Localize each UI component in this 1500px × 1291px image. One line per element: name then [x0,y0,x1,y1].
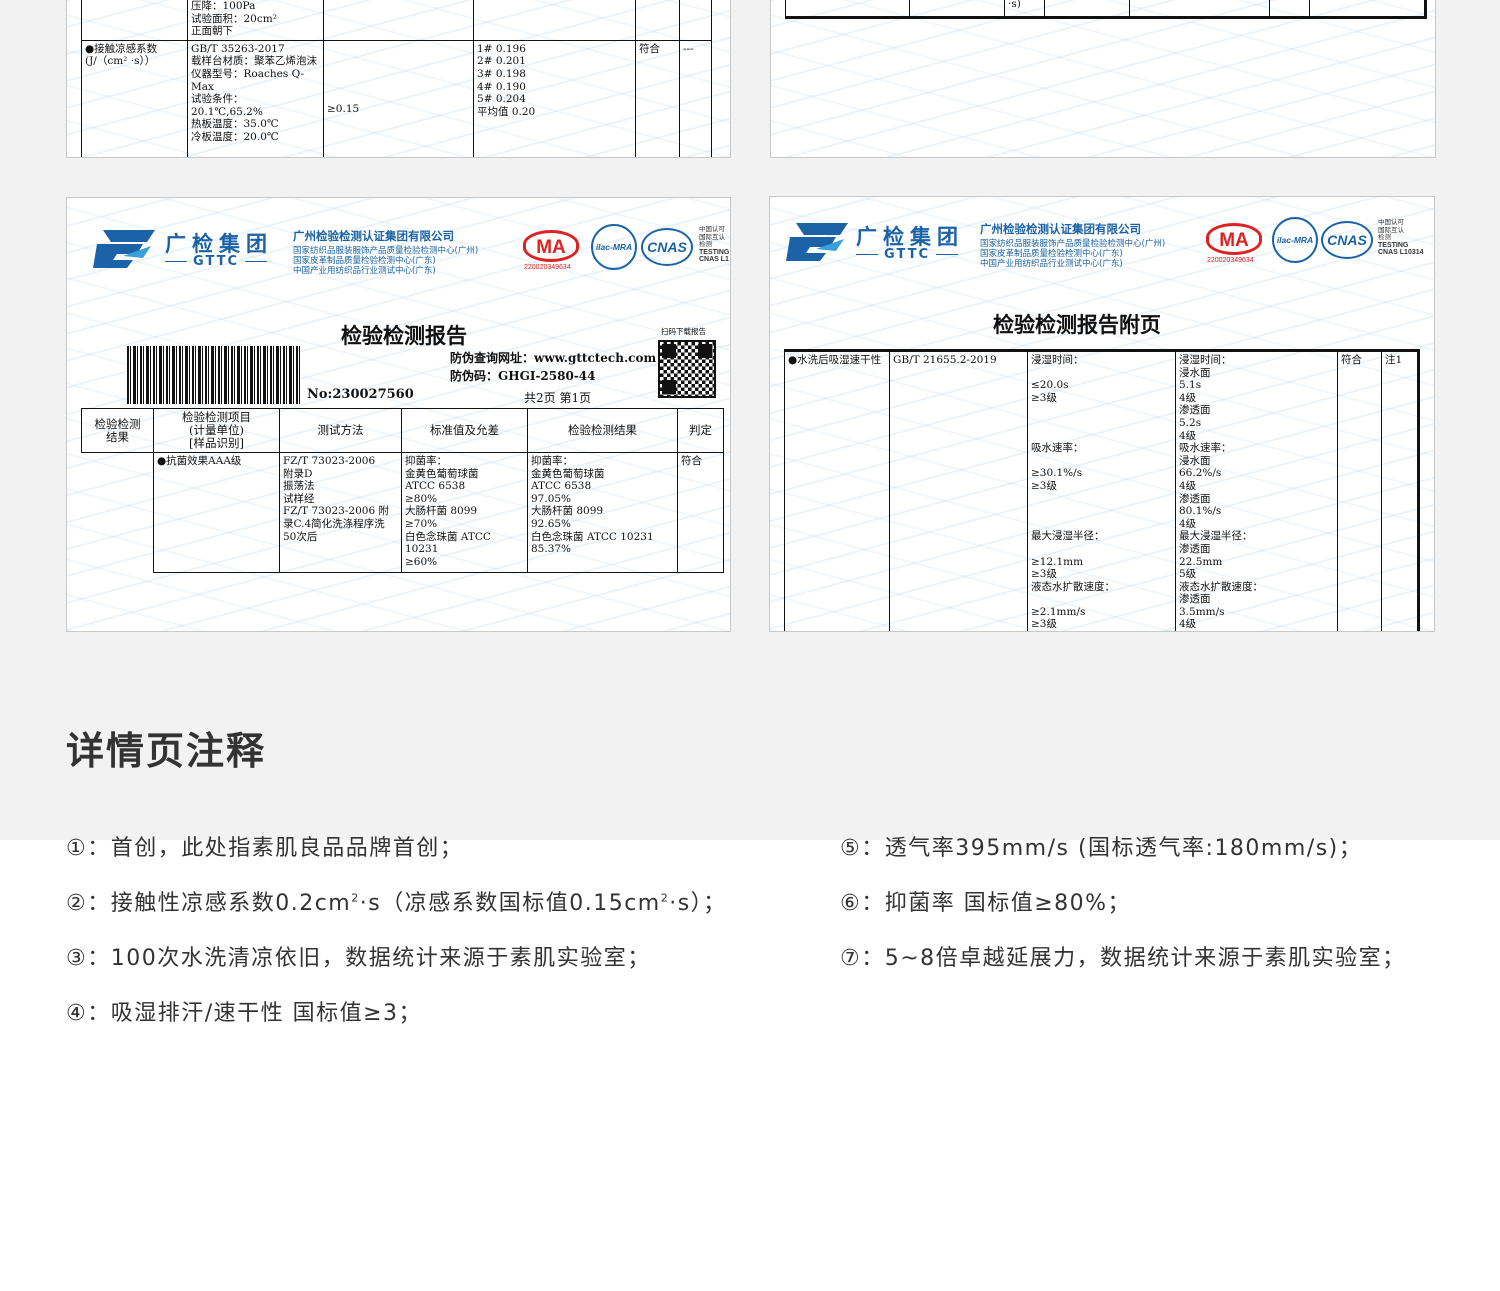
report-image-4: 广检集团 GTTC 广州检验检测认证集团有限公司 国家纺织品服装服饰产品质量检验… [769,196,1435,632]
standard-cell: ≥0.15 [323,39,474,157]
note-6: ⑥：抑菌率 国标值≥80%； [840,891,1132,916]
item-cell: ●抗菌效果AAA级 [153,452,280,573]
remark-cell: 注1 [1381,349,1420,631]
judge-cell: 符合 [677,452,724,573]
cnas-side-text: 中国认可 国际互认 检测 TESTING CNAS L10314 [1378,219,1424,256]
cma-mark-icon: MA [1206,223,1262,255]
result-cell: 抑菌率： 金黄色葡萄球菌 ATCC 6538 97.05% 大肠杆菌 8099 … [527,452,678,573]
report-table-3: 检验检测 结果 检验检测项目 (计量单位) [样品识别] 测试方法 标准值及允差… [81,408,724,573]
note-7: ⑦：5~8倍卓越延展力，数据统计来源于素肌实验室； [840,946,1406,971]
ilac-mra-icon: ilac-MRA [1272,217,1318,263]
remark-cell: --- [679,39,712,157]
fragment-cell: ·s) [1004,0,1045,18]
report-image-2: ·s) [770,0,1436,158]
report-image-1: 压降：100Pa 试验面积：20cm² 正面朝下 ●接触凉感系数 (J/（cm²… [66,0,731,158]
barcode-icon [127,346,301,404]
judge-cell: 符合 [635,39,680,157]
method-cell: GB/T 21655.2-2019 [889,349,1028,631]
note-2: ②：接触性凉感系数0.2cm2·s（凉感系数国标值0.15cm2·s）； [66,891,727,916]
item-cell: ●接触凉感系数 (J/（cm² ·s）） [81,39,188,157]
col-header: 检验检测 结果 [81,408,154,453]
cnas-side-text: 中国认可 国际互认 检测 TESTING CNAS L1 [699,226,730,263]
cma-number: 220020349634 [524,264,571,271]
qr-code-icon [658,340,716,398]
col-header: 标准值及允差 [401,408,528,453]
fragment-cell: 压降：100Pa 试验面积：20cm² 正面朝下 [187,0,324,41]
brand-name-en: GTTC [159,254,273,269]
report-table-1: 压降：100Pa 试验面积：20cm² 正面朝下 ●接触凉感系数 (J/（cm²… [81,0,712,157]
note-4: ④：吸湿排汗/速干性 国标值≥3； [66,1001,423,1026]
standard-cell: 抑菌率： 金黄色葡萄球菌 ATCC 6538 ≥80% 大肠杆菌 8099 ≥7… [401,452,528,573]
gttc-logo-icon [93,230,155,268]
results-cell: 1# 0.196 2# 0.201 3# 0.198 4# 0.190 5# 0… [473,39,636,157]
col-header: 测试方法 [279,408,402,453]
method-cell: FZ/T 73023-2006 附录D 振荡法 试样经 FZ/T 73023-2… [279,452,402,573]
col-header: 判定 [677,408,724,453]
note-1: ①：首创，此处指素肌良品品牌首创； [66,836,464,861]
cma-number: 220020349634 [1207,257,1254,264]
section-title: 详情页注释 [66,729,267,773]
standard-cell: 浸湿时间： ≤20.0s ≥3级 吸水速率： ≥30.1%/s ≥3级 最大浸湿… [1027,349,1176,631]
method-cell: GB/T 35263-2017 载样台材质：聚苯乙烯泡沫 仪器型号：Roache… [187,39,324,157]
ilac-mra-icon: ilac-MRA [591,224,637,270]
cnas-icon: CNAS [1321,221,1373,259]
report-table-4: ●水洗后吸湿速干性 GB/T 21655.2-2019 浸湿时间： ≤20.0s… [784,349,1420,631]
note-5: ⑤：透气率395mm/s (国标透气率:180mm/s)； [840,836,1363,861]
col-header: 检验检测项目 (计量单位) [样品识别] [153,408,280,453]
company-block: 广州检验检测认证集团有限公司 国家纺织品服装服饰产品质量检验检测中心(广州) 国… [293,229,479,276]
cma-mark-icon: MA [523,230,579,262]
brand-name-en: GTTC [850,247,964,262]
item-cell: ●水洗后吸湿速干性 [784,349,890,631]
report-number: No:230027560 [307,387,414,402]
page-count: 共2页 第1页 [524,391,592,405]
cnas-icon: CNAS [641,228,693,266]
result-cell: 浸湿时间： 浸水面 5.1s 4级 渗透面 5.2s 4级 吸水速率： 浸水面 … [1175,349,1338,631]
gttc-logo-icon [786,223,848,261]
report-table-2: ·s) [785,0,1427,19]
col-header: 检验检测结果 [527,408,678,453]
company-block: 广州检验检测认证集团有限公司 国家纺织品服装服饰产品质量检验检测中心(广州) 国… [980,222,1166,269]
report-title: 检验检测报告附页 [993,312,1161,337]
note-3: ③：100次水洗清凉依旧，数据统计来源于素肌实验室； [66,946,651,971]
anti-fake-info: 防伪查询网址：www.gttctech.com 防伪码：GHGI-2580-44 [450,351,657,383]
report-title: 检验检测报告 [341,323,467,348]
qr-caption: 扫码下载报告 [661,327,706,336]
report-image-3: 广检集团 GTTC 广州检验检测认证集团有限公司 国家纺织品服装服饰产品质量检验… [66,197,731,632]
judge-cell: 符合 [1337,349,1382,631]
